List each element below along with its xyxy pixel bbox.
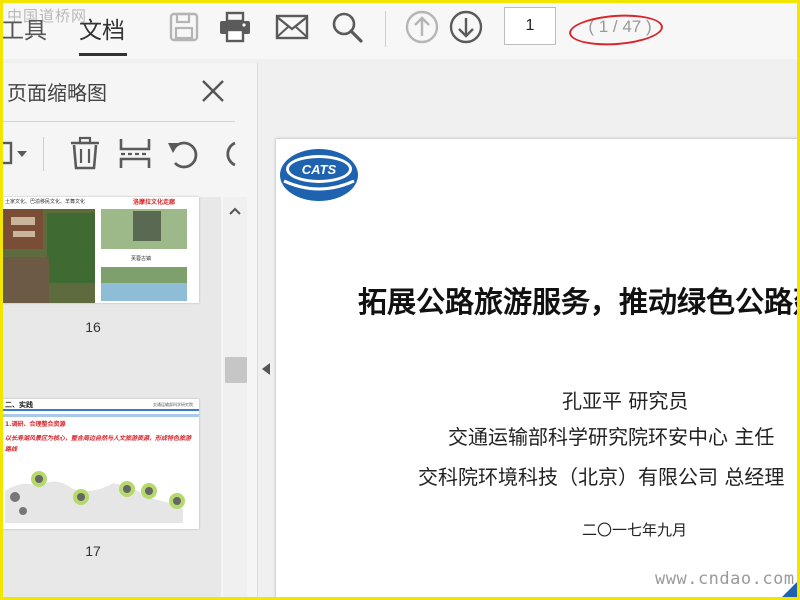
thumbnail-17-label: 17: [85, 543, 101, 559]
page-number-input[interactable]: [504, 7, 556, 45]
search-icon[interactable]: [329, 9, 365, 45]
thumbnail-16-caption-red: 洛摩拉文化走廊: [133, 199, 176, 206]
page-up-icon[interactable]: [404, 9, 440, 45]
delete-icon[interactable]: [67, 135, 103, 171]
print-icon[interactable]: [217, 9, 253, 45]
thumbnail-page-17[interactable]: 二、实践 交通运输部科学研究院 1.调研、合理整合资源 以长寿湖风景区为核心，整…: [3, 399, 199, 529]
document-title: 拓展公路旅游服务，推动绿色公路建设: [358, 285, 797, 319]
app-window: 中国道桥网 工具 文档 ( 1 / 47 ) 页面缩略图: [0, 0, 800, 600]
thumbnail-17-subheading: 1.调研、合理整合资源: [5, 421, 66, 428]
thumbnail-list[interactable]: 土家文化、巴渝移民文化、羊舞文化 洛摩拉文化走廊 芙蓉古镇 16 二、实践 交通…: [3, 197, 221, 597]
close-icon[interactable]: [199, 77, 227, 105]
thumbnail-17-heading: 二、实践: [5, 401, 33, 409]
page-down-icon[interactable]: [448, 9, 484, 45]
thumbnail-16-caption-small: 芙蓉古镇: [131, 256, 152, 262]
sidebar-title: 页面缩略图: [7, 81, 107, 105]
options-dropdown-icon[interactable]: [3, 135, 35, 171]
toolbar: 中国道桥网 工具 文档 ( 1 / 47 ): [3, 3, 797, 59]
document-org-1: 交通运输部科学研究院环安中心 主任: [448, 425, 775, 449]
sidebar-tool-separator: [43, 137, 44, 171]
cats-logo: CATS: [278, 147, 360, 203]
email-icon[interactable]: [274, 9, 310, 45]
thumbnail-sidebar: 页面缩略图 土家文化、巴渝移民文化、羊舞文化 洛摩拉文化走廊 芙蓉古镇 16 二…: [3, 63, 258, 597]
watermark-bottom: www.cndao.com: [655, 569, 795, 589]
rotate-right-icon[interactable]: [213, 135, 249, 171]
rotate-left-icon[interactable]: [165, 135, 201, 171]
thumbnail-16-label: 16: [85, 319, 101, 335]
toolbar-separator: [385, 11, 386, 47]
collapse-sidebar-icon[interactable]: [261, 361, 271, 375]
save-icon[interactable]: [166, 9, 202, 45]
scrollbar-thumb[interactable]: [225, 357, 247, 383]
thumbnail-16-image: [3, 197, 199, 303]
document-page: CATS 拓展公路旅游服务，推动绿色公路建设 孔亚平 研究员 交通运输部科学研究…: [276, 139, 797, 597]
thumbnail-16-caption-left: 土家文化、巴渝移民文化、羊舞文化: [5, 199, 86, 205]
document-org-2: 交科院环境科技（北京）有限公司 总经理: [418, 465, 785, 489]
scroll-up-icon[interactable]: [227, 203, 243, 219]
thumbnail-scrollbar[interactable]: [223, 197, 247, 597]
thumbnail-17-red-text: 以长寿湖风景区为核心，整合周边自然与人文旅游资源，形成特色旅游路线: [5, 435, 192, 453]
active-tab-indicator: [79, 53, 127, 56]
extract-icon[interactable]: [117, 135, 153, 171]
document-date: 二〇一七年九月: [582, 521, 688, 539]
document-author: 孔亚平 研究员: [562, 389, 689, 413]
thumbnail-page-16[interactable]: 土家文化、巴渝移民文化、羊舞文化 洛摩拉文化走廊 芙蓉古镇: [3, 197, 199, 303]
menu-tab-tools[interactable]: 工具: [3, 11, 47, 45]
svg-text:CATS: CATS: [302, 162, 337, 177]
thumbnail-17-logo-text: 交通运输部科学研究院: [153, 402, 193, 407]
sidebar-divider: [3, 121, 235, 122]
menu-tab-document[interactable]: 文档: [79, 11, 125, 45]
